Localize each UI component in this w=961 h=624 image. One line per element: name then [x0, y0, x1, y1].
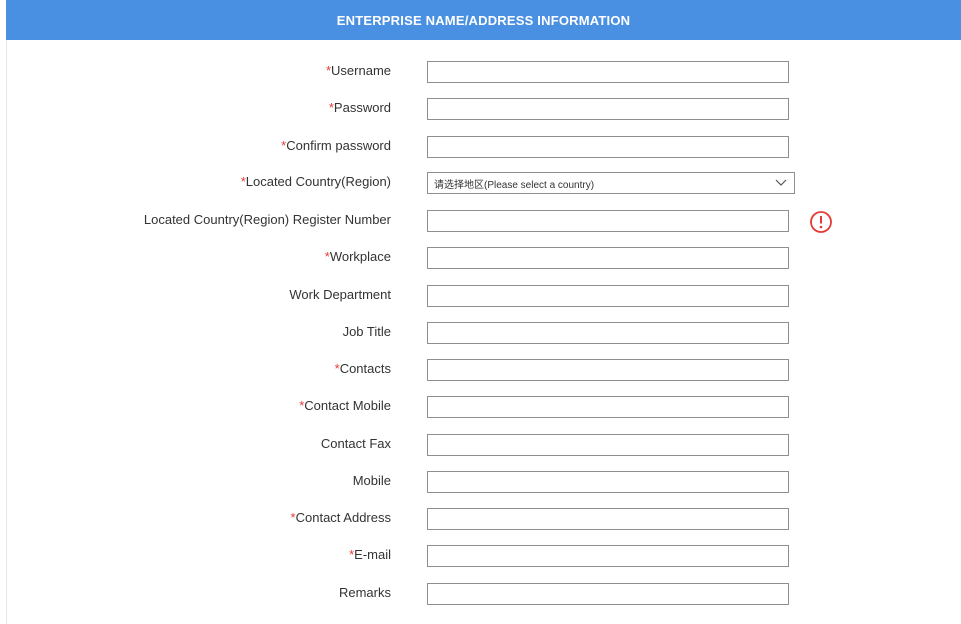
work-department-input[interactable]	[427, 285, 789, 307]
contact-mobile-input[interactable]	[427, 396, 789, 418]
section-header: ENTERPRISE NAME/ADDRESS INFORMATION	[6, 0, 961, 40]
password-label: *Password	[328, 100, 391, 115]
form-row-job-title: Job Title	[0, 322, 961, 344]
email-input[interactable]	[427, 545, 789, 567]
form-row-workplace: *Workplace	[0, 247, 961, 269]
form-row-register-number: Located Country(Region) Register Number	[0, 210, 961, 234]
form-row-contact-address: *Contact Address	[0, 508, 961, 530]
form-row-password: *Password	[0, 98, 961, 120]
password-input[interactable]	[427, 98, 789, 120]
country-select-value: 请选择地区(Please select a country)	[434, 179, 595, 191]
form-row-username: *Username	[0, 61, 961, 83]
confirm-password-input[interactable]	[427, 136, 789, 158]
mobile-input[interactable]	[427, 471, 789, 493]
form-row-remarks: Remarks	[0, 583, 961, 605]
form-row-mobile: Mobile	[0, 471, 961, 493]
email-label: *E-mail	[349, 547, 391, 562]
registration-page: ENTERPRISE NAME/ADDRESS INFORMATION *Use…	[0, 0, 961, 624]
exclamation-circle-icon	[809, 210, 833, 234]
form-row-country: *Located Country(Region) 请选择地区(Please se…	[0, 172, 961, 194]
contact-fax-input[interactable]	[427, 434, 789, 456]
section-title: ENTERPRISE NAME/ADDRESS INFORMATION	[336, 12, 631, 28]
contact-address-input[interactable]	[427, 508, 789, 530]
confirm-password-label: *Confirm password	[281, 138, 391, 153]
work-department-label: Work Department	[289, 287, 391, 302]
contact-fax-label: Contact Fax	[320, 436, 391, 451]
form-row-contact-mobile: *Contact Mobile	[0, 396, 961, 418]
workplace-label: *Workplace	[324, 249, 391, 264]
contact-mobile-label: *Contact Mobile	[299, 398, 391, 413]
mobile-label: Mobile	[352, 473, 391, 488]
contacts-label: *Contacts	[334, 361, 391, 376]
register-number-label: Located Country(Region) Register Number	[143, 212, 391, 227]
job-title-label: Job Title	[342, 324, 391, 339]
form-row-email: *E-mail	[0, 545, 961, 567]
contact-address-label: *Contact Address	[290, 510, 391, 525]
form-row-contact-fax: Contact Fax	[0, 434, 961, 456]
workplace-input[interactable]	[427, 247, 789, 269]
chevron-down-icon	[774, 176, 788, 190]
country-label: *Located Country(Region)	[240, 174, 391, 189]
register-number-input[interactable]	[427, 210, 789, 232]
form-row-contacts: *Contacts	[0, 359, 961, 381]
form-row-confirm-password: *Confirm password	[0, 136, 961, 158]
username-input[interactable]	[427, 61, 789, 83]
contacts-input[interactable]	[427, 359, 789, 381]
job-title-input[interactable]	[427, 322, 789, 344]
remarks-input[interactable]	[427, 583, 789, 605]
country-select[interactable]: 请选择地区(Please select a country)	[427, 172, 795, 194]
username-label: *Username	[325, 63, 391, 78]
form-row-work-department: Work Department	[0, 285, 961, 307]
remarks-label: Remarks	[338, 585, 391, 600]
